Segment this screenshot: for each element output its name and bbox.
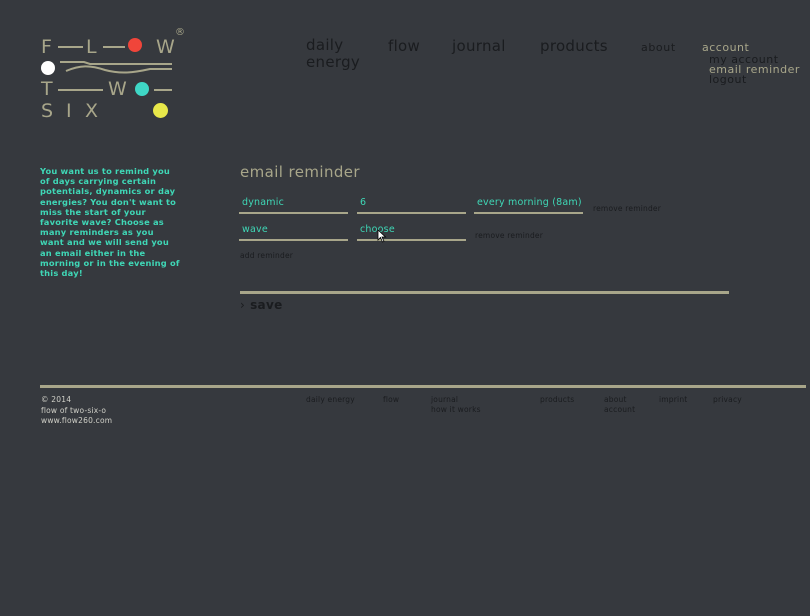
footer-info: © 2014 flow of two-six-o www.flow260.com <box>41 395 112 427</box>
nav-about[interactable]: about <box>641 41 676 54</box>
cyan-dot-icon <box>135 82 149 96</box>
reminder-type-select[interactable]: wave <box>239 222 348 241</box>
footer-link-privacy[interactable]: privacy <box>713 395 742 406</box>
white-dot-icon <box>41 61 55 75</box>
chevron-right-icon: › <box>240 298 246 312</box>
remove-reminder-link[interactable]: remove reminder <box>475 231 543 240</box>
logo-letter: L <box>86 36 97 58</box>
logo-letter: W <box>156 36 175 58</box>
reminder-type-value: dynamic <box>242 197 285 208</box>
wave-icon <box>60 61 172 74</box>
logo-line <box>103 46 125 48</box>
footer-link-products[interactable]: products <box>540 395 574 406</box>
save-label: save <box>250 298 283 312</box>
intro-text: You want us to remind you of days carryi… <box>40 166 180 279</box>
reminder-time-value: every morning (8am) <box>477 197 582 208</box>
logo-line <box>58 89 103 91</box>
page-title: email reminder <box>240 163 361 181</box>
footer-link-how-it-works[interactable]: how it works <box>431 405 481 416</box>
footer-link-about[interactable]: about <box>604 395 627 406</box>
logo-line <box>154 89 172 91</box>
copyright: © 2014 <box>41 395 72 404</box>
footer-link-daily-energy[interactable]: daily energy <box>306 395 355 406</box>
logo-letter: T <box>41 78 53 100</box>
logo-letter: W <box>108 78 127 100</box>
reminder-value-value: 6 <box>360 197 367 208</box>
company-name: flow of two-six-o <box>41 405 107 415</box>
logo-letter: F <box>41 36 52 58</box>
nav-daily-label: daily <box>306 36 344 54</box>
logo-line <box>58 46 83 48</box>
website-link[interactable]: www.flow260.com <box>41 416 112 427</box>
logo-letter: I <box>66 100 72 122</box>
logo-letter: S <box>41 100 54 122</box>
nav-journal[interactable]: journal <box>452 37 506 55</box>
nav-energy-label: energy <box>306 53 361 71</box>
nav-flow[interactable]: flow <box>388 37 420 55</box>
logo[interactable]: F L W ® T W S I X <box>38 26 188 126</box>
reminder-time-select[interactable]: every morning (8am) <box>474 195 583 214</box>
remove-reminder-link[interactable]: remove reminder <box>593 204 661 213</box>
footer-link-account[interactable]: account <box>604 405 635 416</box>
footer-link-journal[interactable]: journal <box>431 395 458 406</box>
footer-divider <box>40 385 806 388</box>
nav-products[interactable]: products <box>540 37 608 55</box>
nav-daily-energy[interactable]: daily energy <box>306 37 360 71</box>
add-reminder-link[interactable]: add reminder <box>240 251 293 260</box>
mouse-cursor-icon <box>377 229 387 243</box>
reminder-value-select[interactable]: choose <box>357 222 466 241</box>
nav-logout[interactable]: logout <box>709 73 747 86</box>
logo-letter: X <box>85 100 99 122</box>
footer-link-flow[interactable]: flow <box>383 395 399 406</box>
yellow-dot-icon <box>153 103 168 118</box>
reminder-value-select[interactable]: 6 <box>357 195 466 214</box>
divider <box>240 291 729 294</box>
reminder-type-select[interactable]: dynamic <box>239 195 348 214</box>
save-button[interactable]: › save <box>240 298 283 312</box>
red-dot-icon <box>128 38 142 52</box>
reminder-type-value: wave <box>242 224 268 235</box>
registered-mark: ® <box>175 27 185 38</box>
footer-link-imprint[interactable]: imprint <box>659 395 687 406</box>
